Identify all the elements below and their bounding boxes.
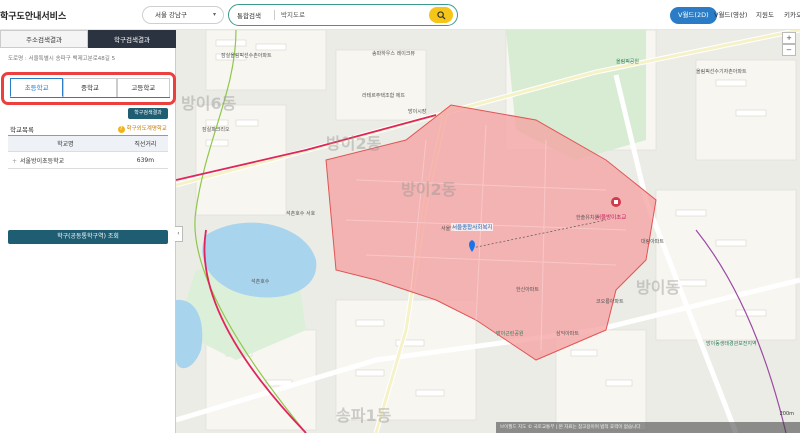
school-name: 서울방이초등학교	[20, 157, 65, 165]
map-label: 석촌호수	[251, 279, 270, 285]
map-label: 잠실파크리오	[202, 127, 230, 133]
menu-kakao[interactable]: 키카오	[784, 7, 800, 24]
dong-label: 방이2동	[326, 134, 382, 153]
menu-vworld-2d[interactable]: V월드(2D)	[670, 7, 717, 24]
map-label: 방이근린공원	[496, 331, 524, 337]
map-graphics	[176, 30, 800, 433]
map-label: 올림픽선수기자촌아파트	[696, 69, 747, 75]
list-note-text: 학구외도계명학교	[126, 126, 167, 132]
map-attribution: 브이월드 지도 © 국토교통부 | 본 자료는 참고용이며 법적 효력이 없습니…	[496, 422, 800, 433]
road-address: 도로명 : 서울특별시 송파구 백제고분로48길 5	[8, 56, 116, 62]
region-select[interactable]: 서울 강남구 ▾	[142, 6, 224, 24]
map-label: 송파하우스 레이크뷰	[372, 51, 415, 57]
help-icon: ?	[117, 126, 125, 133]
map-label: 삼익아파트	[556, 331, 580, 337]
map-canvas[interactable]: 방이2동 방이2동 방이동 송파1동 방이6동 잠실올림픽선수촌아파트 송파하우…	[176, 30, 800, 433]
origin-label: 서울종합사회복지	[451, 223, 494, 231]
search-divider	[274, 10, 275, 20]
search-input[interactable]	[281, 9, 421, 21]
map-label: 코오롱아파트	[596, 299, 624, 305]
col-school-name: 학교명	[8, 135, 123, 152]
zoom-control: + −	[782, 32, 796, 56]
chevron-down-icon: ▾	[212, 11, 216, 18]
dong-label: 송파1동	[336, 406, 392, 425]
zoom-out-button[interactable]: −	[782, 44, 796, 56]
map-label: 한신아파트	[516, 287, 540, 293]
zoom-in-button[interactable]: +	[782, 32, 796, 44]
map-label: 올림픽공원	[616, 59, 640, 65]
school-name-cell: + 서울방이초등학교	[8, 151, 123, 169]
list-note[interactable]: ? 학구외도계명학교	[117, 124, 167, 133]
result-panel: 주소검색결과 학구검색결과 도로명 : 서울특별시 송파구 백제고분로48길 5…	[0, 30, 176, 433]
dong-label: 방이6동	[181, 94, 237, 113]
plus-icon: +	[12, 157, 18, 165]
menu-vworld-satellite[interactable]: V월드(영상)	[714, 7, 747, 24]
dong-label: 방이동	[636, 278, 681, 297]
map-label: 석촌호수 서호	[286, 211, 316, 217]
col-distance: 직선거리	[122, 135, 168, 152]
map-label: 방이동생태경관보전지역	[706, 341, 757, 347]
app-title[interactable]: 학구도안내서비스	[0, 9, 66, 22]
panel-collapse-button[interactable]: ‹	[175, 226, 183, 242]
distance-cell: 639m	[122, 151, 168, 169]
menu-support-map[interactable]: 지원도	[756, 7, 774, 24]
top-header: 학구도안내서비스 서울 강남구 ▾ 통합검색 V월드(2D) V월드(영상) 지…	[0, 0, 800, 30]
region-select-value: 서울 강남구	[155, 11, 187, 19]
search-type-select[interactable]: 통합검색	[237, 10, 261, 20]
map-label: 대림아파트	[641, 239, 665, 245]
map-label: 방이시장	[408, 109, 427, 115]
tab-school-district-result[interactable]: 학구검색결과	[88, 30, 176, 48]
search-icon	[436, 10, 446, 20]
school-table: 학교명 직선거리 + 서울방이초등학교 639m	[8, 135, 168, 169]
map-label: 라테르주택조합 에뜨	[362, 93, 405, 99]
dong-label: 방이2동	[401, 180, 457, 199]
table-row[interactable]: + 서울방이초등학교 639m	[8, 151, 168, 169]
map-scale: 200m	[779, 411, 794, 417]
tab-address-result[interactable]: 주소검색결과	[0, 30, 88, 48]
search-box: 통합검색	[228, 4, 458, 26]
highlight-box	[1, 72, 176, 105]
peek-button[interactable]: 학구검색결과	[128, 108, 168, 119]
district-lookup-button[interactable]: 학구(공동통학구역) 조회	[8, 230, 168, 244]
panel-tabs: 주소검색결과 학구검색결과	[0, 30, 176, 48]
school-list-title: 학교목록	[10, 126, 34, 134]
school-marker-label[interactable]: 서울방이초교	[596, 213, 626, 221]
map-label: 잠실올림픽선수촌아파트	[221, 53, 272, 59]
search-button[interactable]	[429, 7, 453, 23]
